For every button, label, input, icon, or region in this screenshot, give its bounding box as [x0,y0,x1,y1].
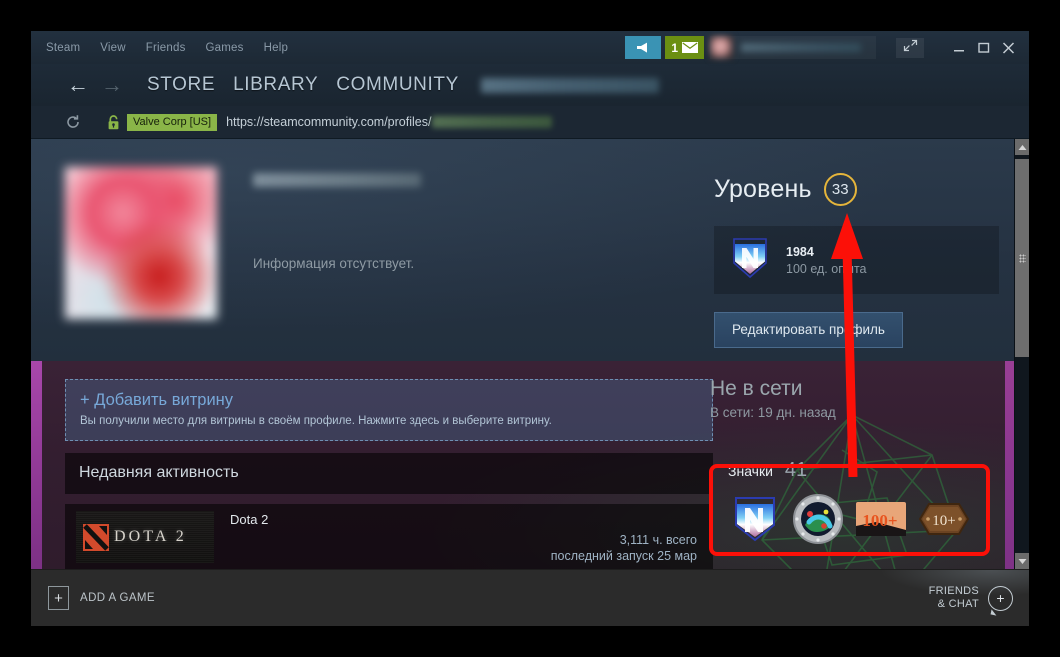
profile-body: + Добавить витрину Вы получили место для… [31,361,1014,569]
last-online: В сети: 19 дн. назад [710,405,836,420]
url-profile-id-redacted [432,116,553,128]
avatar [710,36,733,59]
status-panel: Не в сети В сети: 19 дн. назад [710,377,1002,420]
profile-header: Информация отсутствует. Уровень 33 1984 … [31,139,1014,361]
titlebar-right-controls: 1 [625,31,1029,64]
featured-badge-xp: 100 ед. опыта [786,261,867,276]
online-status: Не в сети [710,377,803,400]
badge-10-plus-text: 10+ [932,513,955,529]
vertical-scrollbar[interactable] [1014,139,1029,569]
badges-count: 41 [784,459,808,481]
badges-label: Значки [728,463,773,479]
page-area: Информация отсутствует. Уровень 33 1984 … [31,139,1029,569]
game-cover-text: DOTA 2 [114,528,187,545]
game-hours: 3,111 ч. всего [619,533,697,547]
scroll-down-button[interactable] [1014,553,1029,569]
menu-item-games[interactable]: Games [206,42,244,54]
scrollbar-grip-icon [1018,253,1026,263]
fullscreen-button[interactable] [896,37,924,58]
game-stats: 3,111 ч. всего последний запуск 25 мар [551,533,697,563]
lock-icon [107,114,120,130]
menu-item-friends[interactable]: Friends [146,42,186,54]
featured-badge-text: 1984 100 ед. опыта [786,245,867,276]
minimize-button[interactable] [946,36,971,60]
notifications-button[interactable]: 1 [665,36,704,59]
broadcast-button[interactable] [625,36,662,59]
level-panel: Уровень 33 1984 100 ед. опыта Редактиров… [714,173,1014,348]
badge-n-shield-icon [730,236,770,285]
maximize-button[interactable] [971,36,996,60]
fullscreen-icon [903,39,918,57]
envelope-icon [682,42,698,53]
scroll-up-button[interactable] [1014,139,1029,155]
plus-icon: + [48,586,69,610]
notification-count: 1 [671,40,678,55]
navigation-bar: ← → STORE LIBRARY COMMUNITY [31,64,1029,106]
add-showcase-subtitle: Вы получили место для витрины в своём пр… [80,415,552,427]
level-badge[interactable]: 33 [823,173,857,206]
forward-button[interactable]: → [95,74,129,96]
scrollbar-track[interactable] [1014,155,1029,553]
badges-list: 100+ 10+ [724,492,1000,546]
friends-chat-line1: FRIENDS [928,585,979,597]
friends-chat-line2: & CHAT [937,598,979,610]
account-menu[interactable] [710,36,876,59]
friends-plus-glyph: + [996,590,1005,606]
dota-logo-icon [83,523,109,551]
profile-avatar[interactable] [65,167,217,319]
badges-panel[interactable]: Значки 41 100+ 10+ [724,459,1000,546]
profile-page: Информация отсутствует. Уровень 33 1984 … [31,139,1014,569]
theme-stripe-right [1005,361,1014,569]
reload-button[interactable] [61,114,85,130]
badges-header: Значки 41 [724,459,1000,482]
nav-link-library[interactable]: LIBRARY [233,74,318,96]
url-text[interactable]: https://steamcommunity.com/profiles/ [226,115,431,129]
badge-porthole[interactable] [791,492,845,546]
menu-item-view[interactable]: View [100,42,126,54]
address-bar: Valve Corp [US] https://steamcommunity.c… [31,106,1029,139]
game-last-played: последний запуск 25 мар [550,549,697,563]
badge-100-plus-text: 100+ [862,511,897,530]
badge-10-plus[interactable]: 10+ [917,492,971,546]
nav-username-redacted[interactable] [480,77,659,93]
menu-bar: Steam View Friends Games Help [31,42,288,54]
chat-bubble-tail [990,608,998,616]
friends-chat-label: FRIENDS & CHAT [929,585,979,611]
badge-100-plus[interactable]: 100+ [854,492,908,546]
theme-stripe-left [31,361,42,569]
steam-client-window: Steam View Friends Games Help 1 ← → STOR… [31,31,1029,626]
menu-item-steam[interactable]: Steam [46,42,80,54]
broadcast-icon [636,42,651,53]
add-game-button[interactable]: + ADD A GAME [48,586,155,610]
edit-profile-button[interactable]: Редактировать профиль [714,312,903,348]
profile-left-column: + Добавить витрину Вы получили место для… [65,379,713,569]
game-cover: DOTA 2 [76,511,214,563]
profile-name-redacted [253,173,421,187]
add-showcase-title: + Добавить витрину [80,391,234,409]
level-row: Уровень 33 [714,173,1014,206]
add-game-label: ADD A GAME [80,592,155,604]
nav-link-community[interactable]: COMMUNITY [336,74,459,96]
level-label: Уровень [714,175,812,203]
close-button[interactable] [996,36,1021,60]
featured-badge-card[interactable]: 1984 100 ед. опыта [714,226,999,294]
nav-link-store[interactable]: STORE [147,74,215,96]
title-bar: Steam View Friends Games Help 1 [31,31,1029,64]
chat-bubble-plus-icon[interactable]: + [988,585,1013,616]
scrollbar-thumb[interactable] [1014,159,1029,357]
recent-activity-header: Недавняя активность [65,453,713,494]
menu-item-help[interactable]: Help [264,42,288,54]
activity-game-row[interactable]: DOTA 2 Dota 2 3,111 ч. всего последний з… [65,504,713,569]
game-title[interactable]: Dota 2 [230,512,268,527]
account-name-redacted [741,43,861,52]
window-buttons [946,36,1021,60]
certificate-badge: Valve Corp [US] [127,113,218,131]
add-showcase-panel[interactable]: + Добавить витрину Вы получили место для… [65,379,713,441]
featured-badge-title: 1984 [786,244,814,259]
bottom-bar: + ADD A GAME FRIENDS & CHAT + [31,569,1029,626]
badge-n-shield[interactable] [728,492,782,546]
back-button[interactable]: ← [61,74,95,96]
friends-and-chat-button[interactable]: FRIENDS & CHAT + [929,585,1013,616]
